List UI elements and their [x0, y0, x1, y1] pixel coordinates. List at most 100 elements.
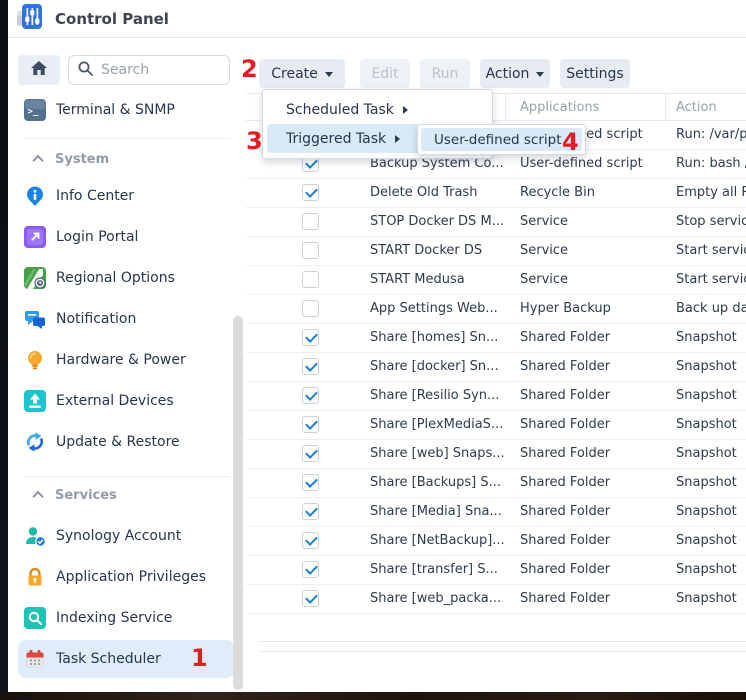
sidebar-item-indexing-service[interactable]: Indexing Service — [18, 601, 234, 635]
table-row[interactable]: Delete Old Trash Recycle Bin Empty all R — [246, 179, 746, 208]
triggered-task-submenu: User-defined script — [417, 124, 586, 155]
sidebar-item-external-devices[interactable]: External Devices — [18, 384, 234, 418]
search-icon — [77, 60, 94, 81]
sidebar-item-login-portal[interactable]: Login Portal — [18, 220, 234, 254]
menu-item-label: Scheduled Task — [286, 102, 394, 118]
table-row[interactable]: START Docker DS Service Start servic — [246, 237, 746, 266]
task-name-cell: Share [Resilio Syn... — [370, 388, 518, 403]
sidebar-item-label: External Devices — [56, 393, 174, 409]
regional-options-icon — [24, 267, 46, 289]
home-button[interactable] — [18, 55, 60, 85]
lightbulb-icon — [24, 349, 46, 371]
application-cell: Shared Folder — [520, 504, 663, 519]
main-content: Create Edit Run Action Settings Applicat… — [246, 38, 746, 692]
row-checkbox[interactable] — [302, 300, 319, 317]
action-cell: Snapshot — [676, 533, 746, 548]
sidebar-item-label: Indexing Service — [56, 610, 172, 626]
application-cell: Shared Folder — [520, 562, 663, 577]
column-separator — [665, 93, 666, 121]
row-checkbox[interactable] — [302, 561, 319, 578]
row-checkbox[interactable] — [302, 329, 319, 346]
application-cell: Shared Folder — [520, 533, 663, 548]
table-row[interactable]: App Settings Web... Hyper Backup Back up… — [246, 295, 746, 324]
sidebar-item-synology-account[interactable]: Synology Account — [18, 519, 234, 553]
row-checkbox[interactable] — [302, 184, 319, 201]
task-name-cell: Share [PlexMediaS... — [370, 417, 518, 432]
sidebar-item-label: Notification — [56, 311, 136, 327]
table-row[interactable]: Share [docker] Sn... Shared Folder Snaps… — [246, 353, 746, 382]
task-name-cell: Share [homes] Sn... — [370, 330, 518, 345]
row-checkbox[interactable] — [302, 445, 319, 462]
login-portal-icon — [24, 226, 46, 248]
table-row[interactable]: Share [web_packa... Shared Folder Snapsh… — [246, 585, 746, 614]
application-cell: Shared Folder — [520, 591, 663, 606]
application-cell: Shared Folder — [520, 475, 663, 490]
action-cell: Snapshot — [676, 562, 746, 577]
action-button[interactable]: Action — [480, 59, 550, 88]
column-header-action[interactable]: Action — [676, 100, 717, 115]
table-row[interactable]: Share [NetBackup]... Shared Folder Snaps… — [246, 527, 746, 556]
sidebar-item-hardware-power[interactable]: Hardware & Power — [18, 343, 234, 377]
row-checkbox[interactable] — [302, 242, 319, 259]
table-row[interactable]: STOP Docker DS M... Service Stop servic — [246, 208, 746, 237]
row-checkbox[interactable] — [302, 503, 319, 520]
task-name-cell: STOP Docker DS M... — [370, 214, 518, 229]
create-button[interactable]: Create — [259, 59, 345, 88]
application-cell: Shared Folder — [520, 330, 663, 345]
row-checkbox[interactable] — [302, 271, 319, 288]
application-cell: Service — [520, 272, 663, 287]
sidebar-item-info-center[interactable]: Info Center — [18, 179, 234, 213]
magnifier-doc-icon — [24, 607, 46, 629]
row-checkbox[interactable] — [302, 358, 319, 375]
sidebar-item-label: Terminal & SNMP — [56, 102, 175, 118]
row-checkbox[interactable] — [302, 532, 319, 549]
table-row[interactable]: Share [Resilio Syn... Shared Folder Snap… — [246, 382, 746, 411]
section-header-system[interactable]: System — [34, 150, 109, 168]
column-header-applications[interactable]: Applications — [520, 100, 599, 115]
table-row[interactable]: START Medusa Service Start servic — [246, 266, 746, 295]
sidebar-item-terminal-snmp[interactable]: >_ Terminal & SNMP — [18, 93, 234, 127]
row-checkbox[interactable] — [302, 474, 319, 491]
section-label: Services — [55, 488, 117, 503]
external-device-icon — [24, 390, 46, 412]
sidebar-item-regional-options[interactable]: Regional Options — [18, 261, 234, 295]
task-name-cell: Share [web] Snaps... — [370, 446, 518, 461]
section-header-services[interactable]: Services — [34, 486, 117, 504]
menu-item-user-defined-script[interactable]: User-defined script — [421, 128, 582, 151]
sidebar-item-application-privileges[interactable]: Application Privileges — [18, 560, 234, 594]
sidebar-item-update-restore[interactable]: Update & Restore — [18, 425, 234, 459]
notification-bubbles-icon — [24, 308, 46, 330]
action-cell: Snapshot — [676, 330, 746, 345]
task-name-cell: Delete Old Trash — [370, 185, 518, 200]
menu-item-scheduled-task[interactable]: Scheduled Task — [267, 95, 488, 124]
page-title: Control Panel — [55, 10, 169, 28]
desktop-background: Control Panel >_ — [0, 0, 746, 700]
sidebar: >_ Terminal & SNMP System Info Center — [8, 38, 246, 692]
sidebar-item-label: Info Center — [56, 188, 134, 204]
row-checkbox[interactable] — [302, 213, 319, 230]
row-checkbox[interactable] — [302, 590, 319, 607]
task-name-cell: Share [web_packa... — [370, 591, 518, 606]
table-row[interactable]: Share [homes] Sn... Shared Folder Snapsh… — [246, 324, 746, 353]
search-input[interactable] — [101, 62, 211, 78]
settings-button[interactable]: Settings — [560, 59, 630, 88]
action-cell: Snapshot — [676, 417, 746, 432]
terminal-icon: >_ — [24, 99, 46, 121]
table-row[interactable]: Share [Backups] S... Shared Folder Snaps… — [246, 469, 746, 498]
edit-button: Edit — [360, 59, 410, 88]
sidebar-scrollbar-thumb[interactable] — [233, 316, 243, 690]
table-row[interactable]: Share [web] Snaps... Shared Folder Snaps… — [246, 440, 746, 469]
table-row[interactable]: Share [PlexMediaS... Shared Folder Snaps… — [246, 411, 746, 440]
sidebar-item-notification[interactable]: Notification — [18, 302, 234, 336]
submenu-arrow-icon — [403, 106, 408, 114]
table-row[interactable]: Share [Media] Sna... Shared Folder Snaps… — [246, 498, 746, 527]
table-row[interactable]: Share [transfer] S... Shared Folder Snap… — [246, 556, 746, 585]
row-checkbox[interactable] — [302, 416, 319, 433]
search-box[interactable] — [68, 55, 230, 85]
divider — [24, 138, 230, 139]
task-name-cell: Share [docker] Sn... — [370, 359, 518, 374]
action-cell: Run: bash / — [676, 156, 746, 171]
task-name-cell: App Settings Web... — [370, 301, 518, 316]
row-checkbox[interactable] — [302, 387, 319, 404]
action-cell: Snapshot — [676, 475, 746, 490]
